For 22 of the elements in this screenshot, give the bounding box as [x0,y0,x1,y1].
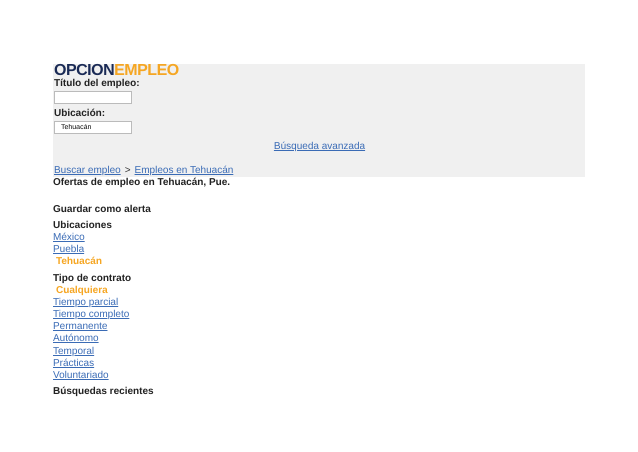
section-title: Búsquedas recientes [53,386,155,398]
filter-option[interactable]: Permanente [53,321,108,334]
filter-option[interactable]: Puebla [53,244,84,256]
filter-option[interactable]: Autónomo [53,333,99,346]
filter-option[interactable]: México [53,232,85,244]
page-heading: Ofertas de empleo en Tehuacán, Pue. [53,177,232,189]
link[interactable]: Búsqueda avanzada [274,141,366,153]
input-field[interactable] [54,91,132,104]
logo: OPCIONEMPLEO [54,64,180,78]
filter-option[interactable]: Tiempo completo [53,309,130,322]
breadcrumb-link[interactable]: Buscar empleo [54,165,121,177]
breadcrumb-link[interactable]: Empleos en Tehuacán [134,165,234,177]
breadcrumb-separator: > [124,165,131,177]
filter-title: Ubicaciones [53,220,113,232]
field-label: Ubicación: [54,108,106,120]
filter-option[interactable]: Prácticas [53,358,94,370]
filter-option[interactable]: Tiempo parcial [53,296,118,310]
filter-option[interactable]: Voluntariado [53,370,109,382]
filter-title: Tipo de contrato [53,272,132,285]
save-alert[interactable]: Guardar como alerta [53,204,585,216]
filter-option[interactable]: Temporal [53,346,94,358]
field-label: Título del empleo: [54,78,141,90]
